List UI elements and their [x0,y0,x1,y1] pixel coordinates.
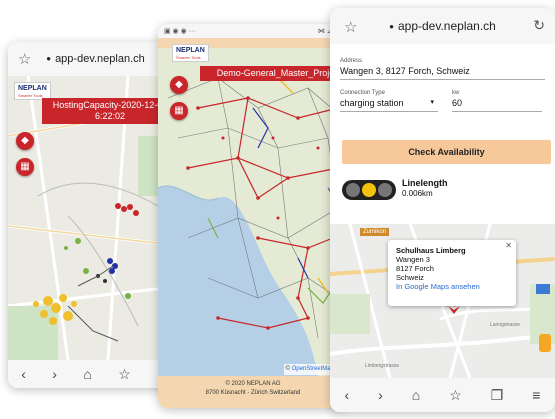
kw-field-group: kw 60 [452,90,542,112]
reload-icon[interactable]: ↻ [533,17,545,34]
grid-button[interactable]: ▦ [170,102,188,120]
connection-type-select[interactable]: charging station ▾ [340,96,438,112]
browser-url-bar[interactable]: ☆ ● app-dev.neplan.ch ↻ [330,8,555,44]
connection-field-group: Connection Type charging station ▾ [340,90,438,112]
status-bar: ▣ ◉ ◉ ··· ⋈ ⊿ ◢ [158,24,348,38]
home-icon[interactable]: ⌂ [412,387,420,403]
linelength-title: Linelength [402,178,448,188]
phone-hosting-capacity: ☆ ● app-dev.neplan.ch NEPLAN Smarter Tools… [8,42,183,388]
phone-check-availability: ☆ ● app-dev.neplan.ch ↻ Lanngstrasse Limb… [330,8,555,412]
back-icon[interactable]: ‹ [344,387,349,403]
forward-icon[interactable]: › [378,387,383,403]
app-footer: © OpenStreetMap cor © 2020 NEPLAN AG 870… [158,364,348,408]
browser-nav-bar: ‹ › ⌂ ☆ ❐ ≡ [330,378,555,412]
popup-line2: 8127 Forch [396,264,434,273]
layers-icon: ◆ [21,135,29,146]
popup-line3: Schweiz [396,273,424,282]
svg-text:Lanngstrasse: Lanngstrasse [490,322,520,328]
layers-button[interactable]: ◆ [170,76,188,94]
map-view[interactable]: Lanngstrasse Limbergstrasse Address Wang… [330,44,555,378]
lock-icon: ● [389,22,394,31]
connection-row: Connection Type charging station ▾ kw 60 [340,90,545,112]
phone-demo-project: ▣ ◉ ◉ ··· ⋈ ⊿ ◢ NEPLAN Smarter Tools Dem… [158,24,348,408]
svg-text:Limbergstrasse: Limbergstrasse [365,363,399,369]
menu-icon[interactable]: ≡ [532,387,540,403]
popup-place-name: Schulhaus Limberg [396,246,466,255]
grid-button[interactable]: ▦ [16,158,34,176]
back-icon[interactable]: ‹ [21,366,26,382]
neplan-logo: NEPLAN Smarter Tools [172,44,209,62]
linelength-value: 0.006km [402,189,433,198]
popup-line1: Wangen 3 [396,255,430,264]
lock-icon: ● [46,54,52,63]
google-maps-link[interactable]: In Google Maps ansehen [396,282,480,291]
dropdown-arrow-icon: ▾ [430,99,434,106]
traffic-light-green [378,183,392,197]
browser-nav-bar: ‹ › ⌂ ☆ ❐ [8,360,183,388]
kw-input[interactable]: 60 [452,96,542,112]
status-icons: ▣ ◉ ◉ ··· [164,28,196,35]
browser-url-bar[interactable]: ☆ ● app-dev.neplan.ch [8,42,183,76]
company-address: 8700 Küsnacht - Zürich Switzerland [205,390,301,396]
url-text: app-dev.neplan.ch [55,53,145,65]
map-view[interactable]: NEPLAN Smarter Tools Demo-General_Master_… [158,38,348,376]
close-icon[interactable]: ✕ [505,241,512,250]
grid-icon: ▦ [174,105,184,116]
check-availability-button[interactable]: Check Availability [342,140,551,164]
layers-icon: ◆ [175,79,183,90]
forward-icon[interactable]: › [52,366,57,382]
traffic-light-yellow [362,183,376,197]
copyright: © 2020 NEPLAN AG [225,381,281,387]
url-text: app-dev.neplan.ch [397,19,496,33]
connection-type-value: charging station [340,98,404,108]
address-field-group: Address Wangen 3, 8127 Forch, Schweiz [340,44,545,80]
traffic-light-red [346,183,360,197]
bookmark-icon[interactable]: ☆ [449,387,462,404]
project-banner: Demo-General_Master_Project [200,66,348,81]
bookmark-icon[interactable]: ☆ [118,366,131,383]
location-popup: ✕ Schulhaus Limberg Wangen 3 8127 Forch … [388,240,516,306]
map-place-tag: Zumikon [360,228,390,236]
map-view[interactable]: NEPLAN Smarter Tools ◆ ▦ HostingCapacity-… [8,76,183,360]
layers-button[interactable]: ◆ [16,132,34,150]
grid-icon: ▦ [20,161,30,172]
street-view-pegman-icon[interactable] [539,334,551,352]
tabs-icon[interactable]: ❐ [491,387,504,404]
home-icon[interactable]: ⌂ [83,366,91,382]
address-input[interactable]: Wangen 3, 8127 Forch, Schweiz [340,64,545,80]
traffic-light-indicator [342,180,396,200]
